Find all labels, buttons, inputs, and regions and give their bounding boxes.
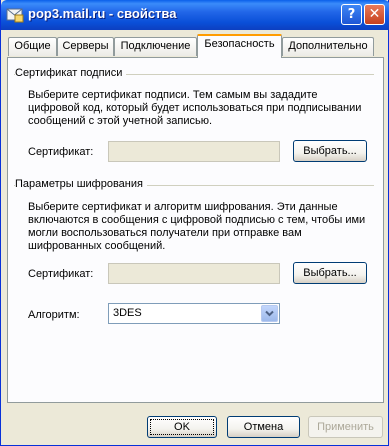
signing-cert-field[interactable]	[108, 141, 280, 162]
tab-advanced[interactable]: Дополнительно	[282, 37, 374, 56]
chevron-down-icon[interactable]	[261, 305, 278, 322]
signing-select-button[interactable]: Выбрать...	[293, 140, 367, 162]
help-button[interactable]: ?	[341, 4, 362, 25]
security-panel: Сертификат подписи Выберите сертификат п…	[7, 57, 384, 403]
encryption-cert-label: Сертификат:	[28, 268, 94, 280]
apply-button[interactable]: Применить	[308, 416, 383, 438]
title-bar[interactable]: pop3.mail.ru - свойства ? ✕	[1, 0, 389, 30]
signing-description: Выберите сертификат подписи. Тем самым в…	[28, 89, 362, 127]
tab-general[interactable]: Общие	[8, 37, 57, 56]
tab-connection[interactable]: Подключение	[114, 37, 197, 56]
properties-window: pop3.mail.ru - свойства ? ✕ Общие Сервер…	[0, 0, 389, 446]
algorithm-select[interactable]: 3DES	[108, 303, 280, 324]
close-button[interactable]: ✕	[364, 4, 385, 25]
ok-button[interactable]: OK	[147, 416, 217, 438]
tab-strip: Общие Серверы Подключение Безопасность Д…	[1, 30, 389, 58]
help-icon: ?	[347, 7, 356, 22]
cancel-button[interactable]: Отмена	[227, 416, 300, 438]
encryption-cert-field[interactable]	[108, 263, 280, 284]
window-title: pop3.mail.ru - свойства	[28, 6, 177, 21]
encryption-select-button[interactable]: Выбрать...	[293, 262, 367, 284]
encryption-description: Выберите сертификат и алгоритм шифровани…	[28, 201, 366, 252]
tab-security[interactable]: Безопасность	[197, 34, 282, 58]
encryption-group-title: Параметры шифрования	[15, 178, 147, 190]
signing-group-title: Сертификат подписи	[15, 67, 127, 79]
mail-account-icon	[6, 8, 24, 23]
algorithm-label: Алгоритм:	[28, 309, 80, 321]
algorithm-value: 3DES	[113, 307, 142, 319]
signing-cert-label: Сертификат:	[28, 146, 94, 158]
close-icon: ✕	[368, 6, 381, 22]
tab-servers[interactable]: Серверы	[57, 37, 114, 56]
